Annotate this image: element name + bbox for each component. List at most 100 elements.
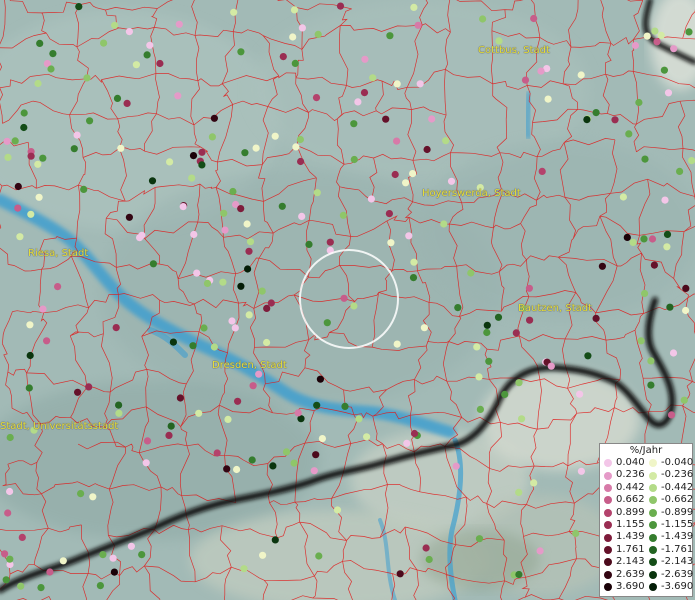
measurement-point[interactable] xyxy=(142,459,150,467)
measurement-point[interactable] xyxy=(20,123,28,132)
measurement-point[interactable] xyxy=(111,21,119,29)
measurement-point[interactable] xyxy=(156,59,164,68)
measurement-point[interactable] xyxy=(237,48,245,56)
measurement-point[interactable] xyxy=(313,401,321,409)
measurement-point[interactable] xyxy=(14,204,22,212)
measurement-point[interactable] xyxy=(289,33,297,41)
measurement-point[interactable] xyxy=(367,195,375,203)
measurement-point[interactable] xyxy=(146,41,154,49)
measurement-point[interactable] xyxy=(296,135,304,144)
measurement-point[interactable] xyxy=(176,394,184,402)
measurement-point[interactable] xyxy=(112,324,120,332)
measurement-point[interactable] xyxy=(125,28,133,36)
measurement-point[interactable] xyxy=(127,542,135,550)
measurement-point[interactable] xyxy=(501,390,509,398)
measurement-point[interactable] xyxy=(165,431,173,439)
measurement-point[interactable] xyxy=(269,462,277,470)
measurement-point[interactable] xyxy=(387,239,395,247)
measurement-point[interactable] xyxy=(663,230,672,238)
measurement-point[interactable] xyxy=(210,114,218,122)
measurement-point[interactable] xyxy=(661,196,669,204)
measurement-point[interactable] xyxy=(310,467,318,475)
measurement-point[interactable] xyxy=(221,226,229,234)
measurement-point[interactable] xyxy=(391,170,399,179)
measurement-point[interactable] xyxy=(54,283,62,291)
measurement-point[interactable] xyxy=(526,316,534,324)
measurement-point[interactable] xyxy=(409,170,417,178)
measurement-point[interactable] xyxy=(680,396,688,404)
measurement-point[interactable] xyxy=(233,465,241,474)
measurement-point[interactable] xyxy=(479,15,487,23)
measurement-point[interactable] xyxy=(676,167,684,175)
measurement-point[interactable] xyxy=(77,490,85,498)
measurement-point[interactable] xyxy=(35,193,43,201)
measurement-point[interactable] xyxy=(350,120,358,128)
measurement-point[interactable] xyxy=(290,459,298,467)
measurement-point[interactable] xyxy=(80,185,88,193)
measurement-point[interactable] xyxy=(248,456,256,464)
measurement-point[interactable] xyxy=(26,321,34,329)
measurement-point[interactable] xyxy=(396,570,404,578)
measurement-point[interactable] xyxy=(224,415,232,423)
measurement-point[interactable] xyxy=(228,317,236,325)
measurement-point[interactable] xyxy=(521,76,530,84)
measurement-point[interactable] xyxy=(530,14,538,23)
measurement-point[interactable] xyxy=(663,243,671,251)
measurement-point[interactable] xyxy=(483,328,491,337)
measurement-point[interactable] xyxy=(577,467,586,475)
measurement-point[interactable] xyxy=(475,373,483,381)
measurement-point[interactable] xyxy=(16,233,24,241)
measurement-point[interactable] xyxy=(210,343,218,351)
measurement-point[interactable] xyxy=(149,260,157,268)
measurement-point[interactable] xyxy=(667,411,676,419)
measurement-point[interactable] xyxy=(494,313,503,321)
measurement-point[interactable] xyxy=(641,155,649,163)
measurement-point[interactable] xyxy=(583,116,591,124)
measurement-point[interactable] xyxy=(249,382,257,390)
measurement-point[interactable] xyxy=(536,547,544,555)
map-canvas[interactable] xyxy=(0,0,695,600)
measurement-point[interactable] xyxy=(2,576,10,584)
measurement-point[interactable] xyxy=(669,349,678,357)
measurement-point[interactable] xyxy=(291,59,299,67)
measurement-point[interactable] xyxy=(279,53,287,61)
measurement-point[interactable] xyxy=(73,131,81,139)
measurement-point[interactable] xyxy=(410,258,418,266)
measurement-point[interactable] xyxy=(271,132,279,140)
measurement-point[interactable] xyxy=(405,232,413,240)
measurement-point[interactable] xyxy=(255,370,263,378)
measurement-point[interactable] xyxy=(100,39,108,47)
measurement-point[interactable] xyxy=(143,51,151,59)
measurement-point[interactable] xyxy=(230,8,238,16)
measurement-point[interactable] xyxy=(148,177,157,185)
measurement-point[interactable] xyxy=(4,153,12,161)
measurement-point[interactable] xyxy=(282,448,291,456)
measurement-point[interactable] xyxy=(305,240,313,248)
measurement-point[interactable] xyxy=(138,551,146,559)
measurement-point[interactable] xyxy=(341,402,349,410)
measurement-point[interactable] xyxy=(179,203,187,211)
measurement-point[interactable] xyxy=(641,289,649,298)
measurement-point[interactable] xyxy=(25,384,33,392)
measurement-point[interactable] xyxy=(576,390,584,398)
measurement-point[interactable] xyxy=(409,274,418,282)
measurement-point[interactable] xyxy=(237,282,245,290)
measurement-point[interactable] xyxy=(85,383,93,391)
measurement-point[interactable] xyxy=(74,388,82,396)
map-view[interactable]: Cottbus, Stadt Hoyerswerda, Stadt Riesa,… xyxy=(0,0,695,600)
measurement-point[interactable] xyxy=(598,262,607,270)
measurement-point[interactable] xyxy=(414,21,422,29)
measurement-point[interactable] xyxy=(670,45,678,53)
measurement-point[interactable] xyxy=(623,233,631,241)
measurement-point[interactable] xyxy=(515,488,523,496)
measurement-point[interactable] xyxy=(4,509,12,517)
measurement-point[interactable] xyxy=(425,555,433,564)
measurement-point[interactable] xyxy=(190,230,198,239)
measurement-point[interactable] xyxy=(290,6,299,14)
measurement-point[interactable] xyxy=(278,202,286,210)
measurement-point[interactable] xyxy=(34,79,42,88)
measurement-point[interactable] xyxy=(96,582,104,590)
measurement-point[interactable] xyxy=(86,117,94,125)
measurement-point[interactable] xyxy=(169,338,177,346)
measurement-point[interactable] xyxy=(198,161,206,169)
